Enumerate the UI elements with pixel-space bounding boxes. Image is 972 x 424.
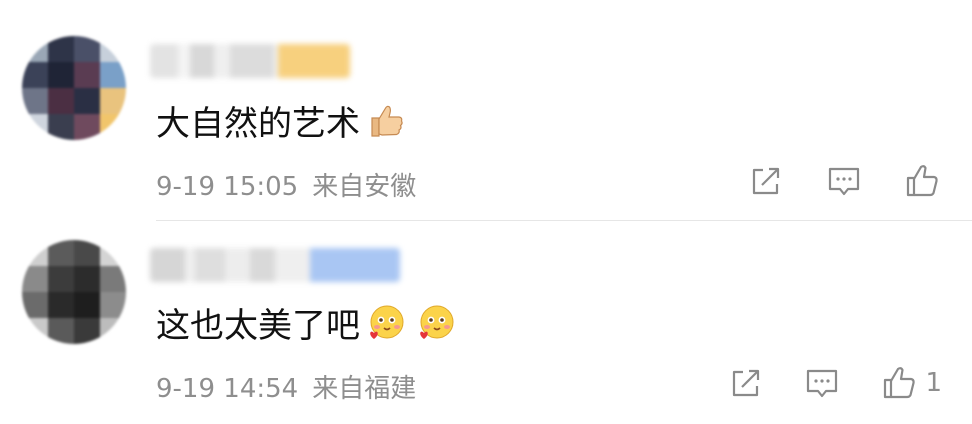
comment-time: 9-19 15:05 xyxy=(156,172,299,202)
reply-button[interactable] xyxy=(826,163,862,199)
like-button[interactable]: 1 xyxy=(881,365,942,401)
comment-item: 这也太美了吧 9-19 14:54 来自福建 1 xyxy=(0,222,972,424)
comment-meta: 9-19 14:54 来自福建 xyxy=(156,368,416,405)
like-icon xyxy=(884,367,916,399)
comment-text: 大自然的艺术 xyxy=(156,96,406,145)
share-button[interactable] xyxy=(748,163,784,199)
like-icon xyxy=(906,165,938,197)
comment-location: 来自安徽 xyxy=(312,172,417,202)
avatar[interactable] xyxy=(22,240,126,344)
comment-text-content: 这也太美了吧 xyxy=(156,306,360,346)
thumbs-up-emoji xyxy=(371,105,403,137)
share-button[interactable] xyxy=(728,365,764,401)
comment-location: 来自福建 xyxy=(312,374,417,404)
share-icon xyxy=(752,167,780,195)
divider xyxy=(156,220,972,221)
like-button[interactable] xyxy=(904,163,940,199)
author-name[interactable] xyxy=(150,248,400,282)
author-name[interactable] xyxy=(150,44,350,78)
comment-text: 这也太美了吧 xyxy=(156,298,456,347)
comment-time: 9-19 14:54 xyxy=(156,374,299,404)
heart-face-emoji xyxy=(370,305,404,339)
heart-face-emoji xyxy=(420,305,454,339)
reply-button[interactable] xyxy=(804,365,840,401)
comment-icon xyxy=(828,167,860,196)
like-count: 1 xyxy=(925,368,942,398)
avatar[interactable] xyxy=(22,36,126,140)
comment-meta: 9-19 15:05 来自安徽 xyxy=(156,166,416,203)
comment-text-content: 大自然的艺术 xyxy=(156,104,360,144)
share-icon xyxy=(732,369,760,397)
comment-item: 大自然的艺术 9-19 15:05 来自安徽 xyxy=(0,0,972,222)
comment-icon xyxy=(806,369,838,398)
